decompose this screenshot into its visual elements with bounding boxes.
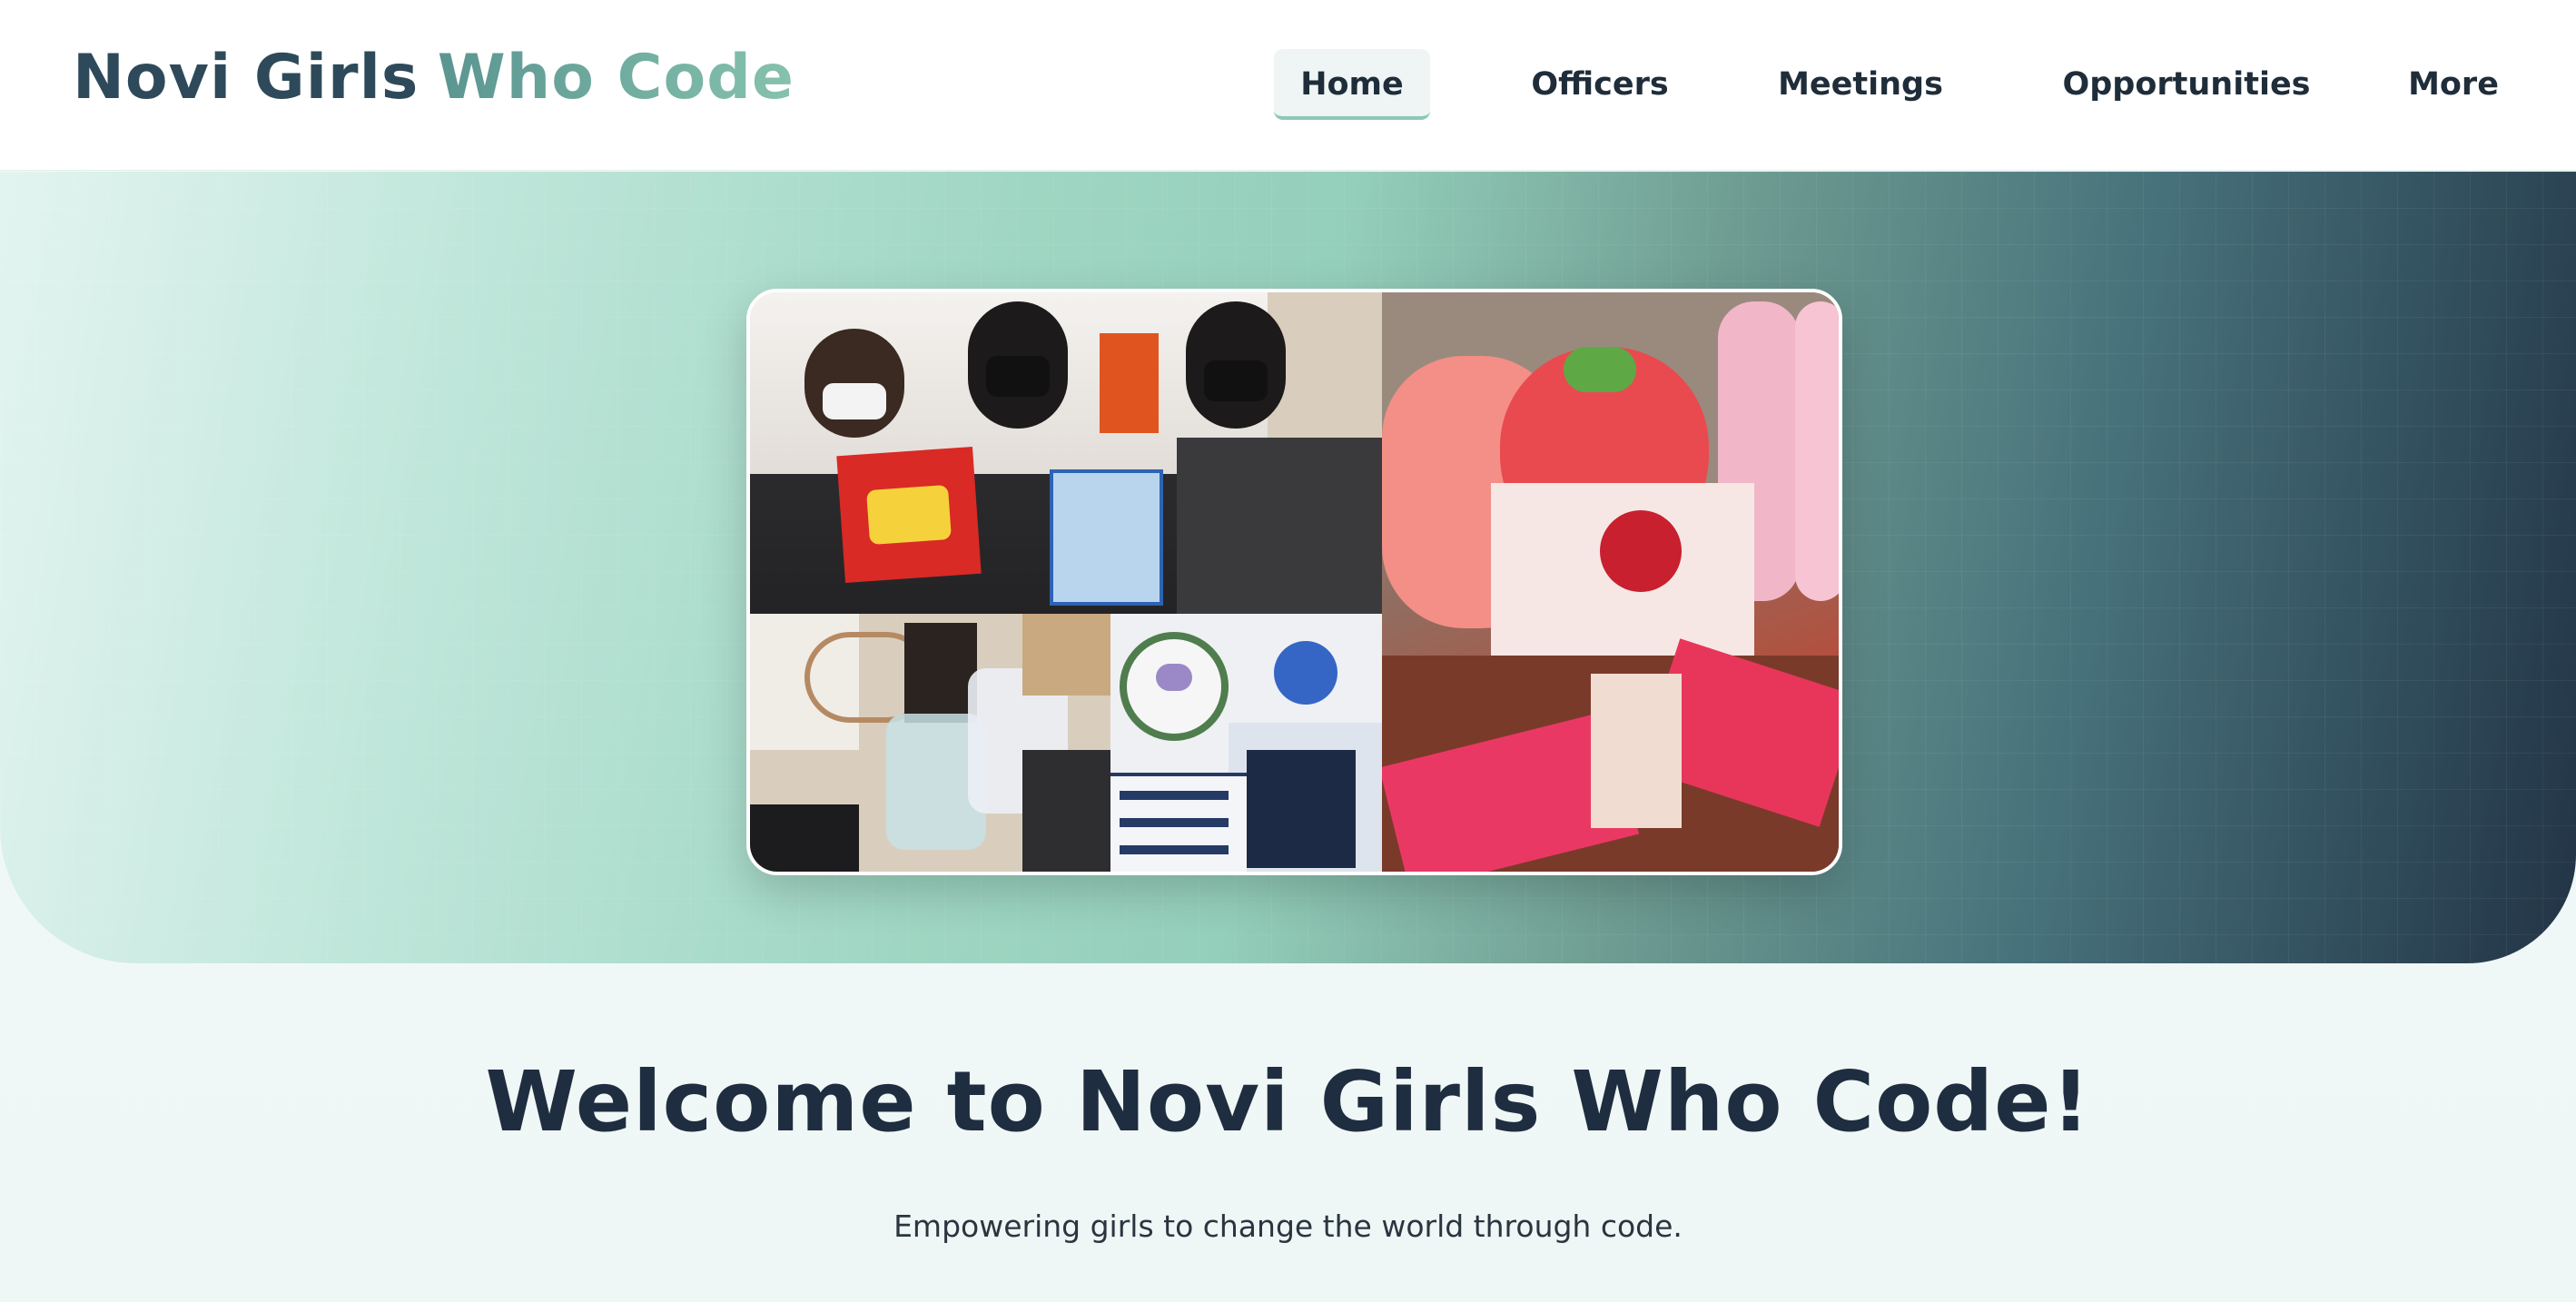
nav-opportunities[interactable]: Opportunities [2043, 49, 2330, 120]
welcome-heading: Welcome to Novi Girls Who Code! [485, 1053, 2091, 1150]
collage-photo-prizes [1382, 292, 1839, 872]
site-header: Novi Girls Who Code Home Officers Meeting… [0, 0, 2576, 171]
hero-collage-image [746, 289, 1842, 875]
welcome-subtitle: Empowering girls to change the world thr… [893, 1208, 1683, 1244]
nav-meetings[interactable]: Meetings [1760, 49, 1961, 120]
collage-photo-stickers [1110, 614, 1382, 872]
collage-photo-members [750, 292, 1382, 614]
site-logo[interactable]: Novi Girls Who Code [73, 42, 795, 113]
page: Novi Girls Who Code Home Officers Meeting… [0, 0, 2576, 1302]
logo-text-primary: Novi Girls [73, 42, 419, 113]
logo-text-accent: Who Code [437, 42, 795, 113]
nav-home[interactable]: Home [1274, 49, 1430, 120]
nav-officers[interactable]: Officers [1509, 49, 1691, 120]
collage-photo-bracelets [750, 614, 1110, 872]
nav-more[interactable]: More [2399, 49, 2508, 120]
